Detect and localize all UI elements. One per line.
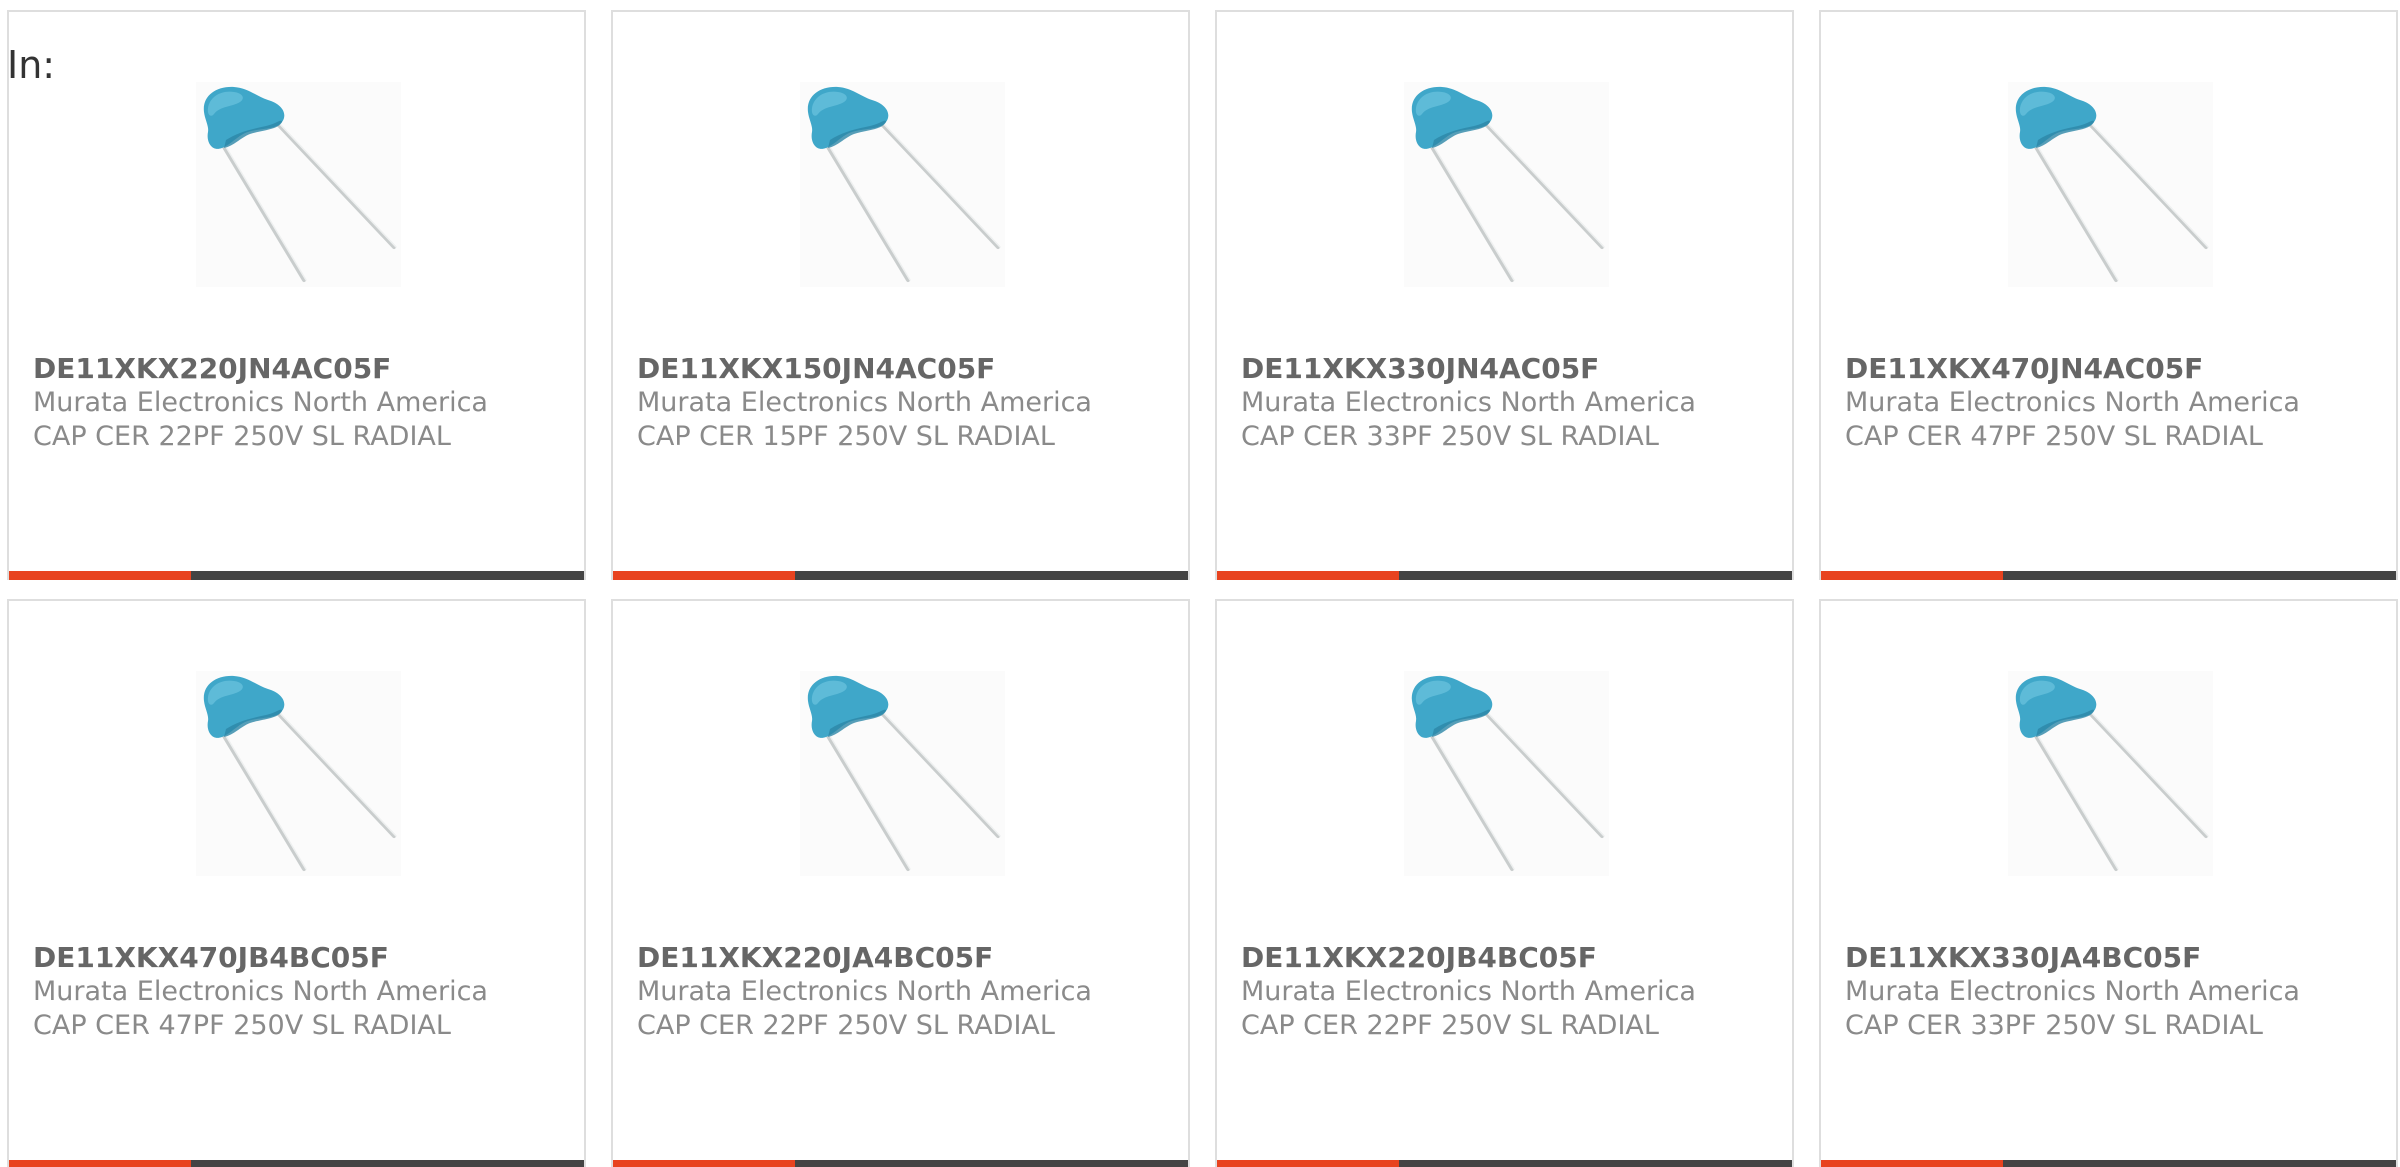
part-number[interactable]: DE11XKX220JA4BC05F [637, 941, 1178, 975]
description: CAP CER 33PF 250V SL RADIAL [1241, 421, 1659, 452]
product-info: DE11XKX150JN4AC05F Murata Electronics No… [637, 352, 1178, 454]
card-accent-bar [613, 571, 1188, 580]
product-card[interactable]: DE11XKX470JB4BC05F Murata Electronics No… [7, 599, 586, 1167]
ceramic-capacitor-image [807, 675, 1001, 871]
product-grid: DE11XKX220JN4AC05F Murata Electronics No… [7, 10, 2398, 1167]
card-accent-bar [9, 571, 584, 580]
card-accent-bar [1217, 1160, 1792, 1167]
description: CAP CER 22PF 250V SL RADIAL [33, 421, 451, 452]
description: CAP CER 22PF 250V SL RADIAL [1241, 1010, 1659, 1041]
product-info: DE11XKX470JN4AC05F Murata Electronics No… [1845, 352, 2386, 454]
card-accent-bar [613, 1160, 1188, 1167]
product-info: DE11XKX220JA4BC05F Murata Electronics No… [637, 941, 1178, 1043]
ceramic-capacitor-image [1411, 675, 1605, 871]
description: CAP CER 22PF 250V SL RADIAL [637, 1010, 1055, 1041]
product-card[interactable]: DE11XKX220JN4AC05F Murata Electronics No… [7, 10, 586, 580]
manufacturer: Murata Electronics North America [33, 387, 488, 418]
accent-segment [613, 571, 795, 580]
product-info: DE11XKX220JN4AC05F Murata Electronics No… [33, 352, 574, 454]
product-info: DE11XKX470JB4BC05F Murata Electronics No… [33, 941, 574, 1043]
product-card[interactable]: DE11XKX150JN4AC05F Murata Electronics No… [611, 10, 1190, 580]
manufacturer: Murata Electronics North America [33, 976, 488, 1007]
product-image[interactable] [2008, 671, 2213, 876]
part-number[interactable]: DE11XKX220JN4AC05F [33, 352, 574, 386]
manufacturer: Murata Electronics North America [1845, 387, 2300, 418]
product-info: DE11XKX330JA4BC05F Murata Electronics No… [1845, 941, 2386, 1043]
product-image[interactable] [1404, 82, 1609, 287]
accent-segment [1821, 571, 2003, 580]
part-number[interactable]: DE11XKX330JN4AC05F [1241, 352, 1782, 386]
ceramic-capacitor-image [1411, 86, 1605, 282]
part-number[interactable]: DE11XKX330JA4BC05F [1845, 941, 2386, 975]
product-image[interactable] [196, 671, 401, 876]
ceramic-capacitor-image [203, 86, 397, 282]
product-info: DE11XKX330JN4AC05F Murata Electronics No… [1241, 352, 1782, 454]
manufacturer: Murata Electronics North America [1241, 387, 1696, 418]
part-number[interactable]: DE11XKX220JB4BC05F [1241, 941, 1782, 975]
ceramic-capacitor-image [2015, 675, 2209, 871]
part-number[interactable]: DE11XKX470JN4AC05F [1845, 352, 2386, 386]
accent-segment [9, 1160, 191, 1167]
product-image[interactable] [800, 671, 1005, 876]
product-card[interactable]: DE11XKX330JN4AC05F Murata Electronics No… [1215, 10, 1794, 580]
accent-segment [1821, 1160, 2003, 1167]
description: CAP CER 33PF 250V SL RADIAL [1845, 1010, 2263, 1041]
description: CAP CER 47PF 250V SL RADIAL [1845, 421, 2263, 452]
manufacturer: Murata Electronics North America [1845, 976, 2300, 1007]
accent-segment [1217, 571, 1399, 580]
manufacturer: Murata Electronics North America [637, 387, 1092, 418]
accent-segment [9, 571, 191, 580]
accent-segment [1217, 1160, 1399, 1167]
card-accent-bar [1821, 1160, 2396, 1167]
card-accent-bar [1217, 571, 1792, 580]
ceramic-capacitor-image [203, 675, 397, 871]
product-card[interactable]: DE11XKX220JB4BC05F Murata Electronics No… [1215, 599, 1794, 1167]
card-accent-bar [9, 1160, 584, 1167]
manufacturer: Murata Electronics North America [1241, 976, 1696, 1007]
part-number[interactable]: DE11XKX470JB4BC05F [33, 941, 574, 975]
product-image[interactable] [1404, 671, 1609, 876]
product-card[interactable]: DE11XKX470JN4AC05F Murata Electronics No… [1819, 10, 2398, 580]
description: CAP CER 15PF 250V SL RADIAL [637, 421, 1055, 452]
description: CAP CER 47PF 250V SL RADIAL [33, 1010, 451, 1041]
product-image[interactable] [800, 82, 1005, 287]
ceramic-capacitor-image [807, 86, 1001, 282]
in-label: In: [7, 43, 56, 87]
manufacturer: Murata Electronics North America [637, 976, 1092, 1007]
accent-segment [613, 1160, 795, 1167]
product-grid-page: In: DE11XKX220JN4AC05F Murata Electronic… [0, 0, 2400, 1167]
product-card[interactable]: DE11XKX330JA4BC05F Murata Electronics No… [1819, 599, 2398, 1167]
product-info: DE11XKX220JB4BC05F Murata Electronics No… [1241, 941, 1782, 1043]
product-card[interactable]: DE11XKX220JA4BC05F Murata Electronics No… [611, 599, 1190, 1167]
product-image[interactable] [2008, 82, 2213, 287]
product-image[interactable] [196, 82, 401, 287]
part-number[interactable]: DE11XKX150JN4AC05F [637, 352, 1178, 386]
card-accent-bar [1821, 571, 2396, 580]
ceramic-capacitor-image [2015, 86, 2209, 282]
